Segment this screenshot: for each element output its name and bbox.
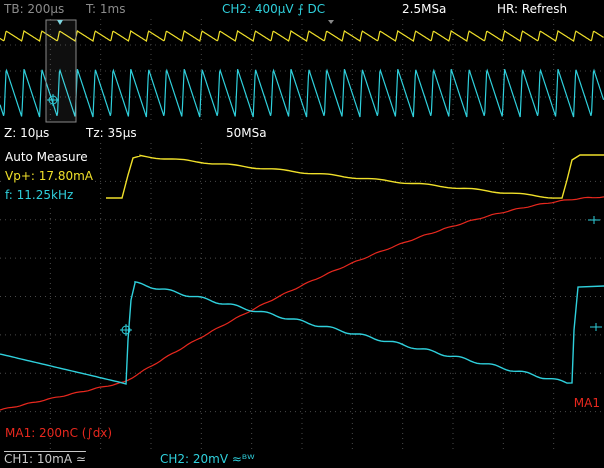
zoom-scale-readout[interactable]: Z: 10µs	[4, 123, 49, 143]
ch2-setting-readout[interactable]: CH2: 400µV ⨍ DC	[222, 0, 325, 19]
ch2-bottom-setting-readout[interactable]: CH2: 20mV ≈ᴮᵂ	[160, 450, 255, 468]
trigger-time-readout[interactable]: T: 1ms	[86, 0, 125, 19]
measure-vp-plus[interactable]: Vp+: 17.80mA	[5, 167, 93, 186]
top-status-bar: TB: 200µs T: 1ms CH2: 400µV ⨍ DC 2.5MSa …	[0, 0, 604, 19]
ch1-setting-readout[interactable]: CH1: 10mA ≃	[4, 450, 86, 468]
acquire-mode-readout[interactable]: HR: Refresh	[497, 0, 567, 19]
zoom-grid	[0, 143, 604, 450]
trigger-level-icon-top[interactable]	[588, 216, 600, 224]
measure-frequency[interactable]: f: 11.25kHz	[5, 186, 74, 205]
math-trace-marker[interactable]: MA1	[574, 396, 600, 410]
zoom-ch1-trace	[106, 154, 604, 199]
overview-waveform-area[interactable]	[0, 19, 604, 123]
timebase-readout[interactable]: TB: 200µs	[4, 0, 64, 19]
zoom-waveform-area[interactable]	[0, 143, 604, 450]
trigger-level-icon[interactable]	[590, 323, 602, 331]
zoom-window-marker[interactable]	[45, 19, 77, 123]
zoom-sample-rate-readout: 50MSa	[226, 126, 267, 140]
overview-grid	[0, 19, 604, 123]
zoom-status-bar: Z: 10µs Tz: 35µs 50MSa	[0, 123, 604, 143]
auto-measure-title[interactable]: Auto Measure	[5, 148, 88, 167]
sample-rate-readout: 2.5MSa	[402, 2, 447, 16]
zoom-position-readout[interactable]: Tz: 35µs	[86, 123, 137, 143]
zoom-crosshair-icon	[120, 324, 132, 336]
ch2-top-marker	[328, 20, 334, 24]
math-channel-label[interactable]: MA1: 200nC (∫dx)	[5, 424, 112, 443]
bottom-status-bar: CH1: 10mA ≃ CH2: 20mV ≈ᴮᵂ	[0, 450, 604, 468]
